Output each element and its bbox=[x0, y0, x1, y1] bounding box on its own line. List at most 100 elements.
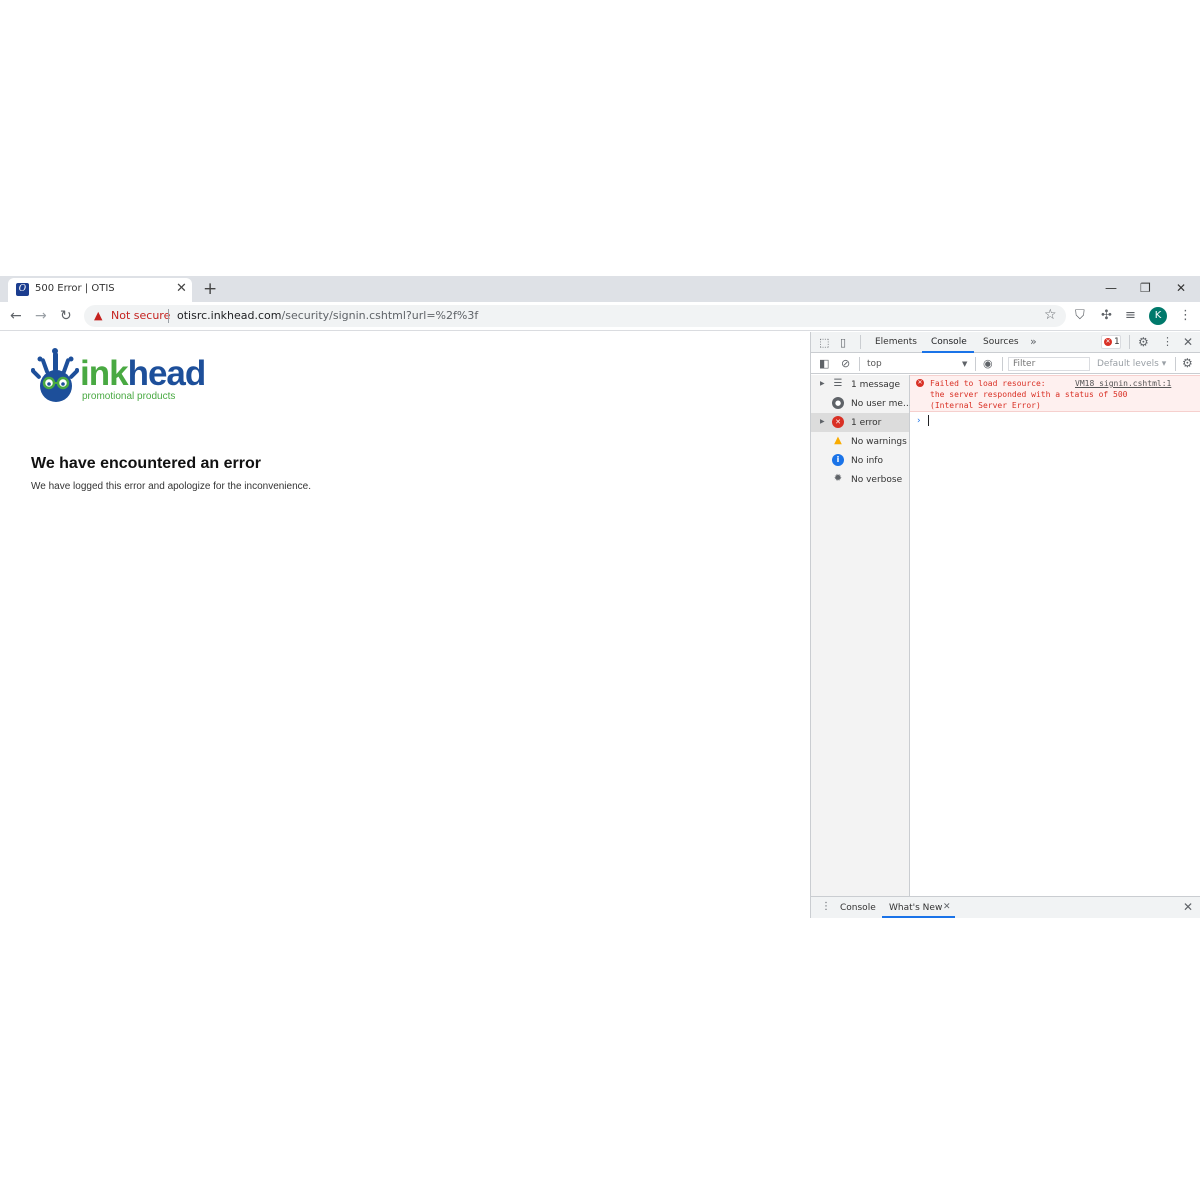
security-label[interactable]: Not secure bbox=[111, 309, 170, 323]
reload-icon[interactable]: ↻ bbox=[60, 308, 72, 324]
sidebar-item-warnings[interactable]: ▲ No warnings bbox=[811, 432, 909, 451]
info-icon: i bbox=[832, 454, 844, 466]
forward-arrow-icon[interactable]: → bbox=[35, 308, 47, 324]
minimize-button[interactable]: — bbox=[1105, 279, 1117, 297]
user-icon: ● bbox=[832, 397, 844, 409]
console-output[interactable]: ✕ Failed to load resource: the server re… bbox=[910, 375, 1200, 896]
browser-tab[interactable]: O 500 Error | OTIS ✕ bbox=[8, 278, 192, 302]
sidebar-item-label: 1 message bbox=[851, 380, 901, 390]
drawer-tab-close-icon[interactable]: ✕ bbox=[943, 901, 951, 913]
error-count: 1 bbox=[1114, 337, 1120, 347]
logo-tagline: promotional products bbox=[82, 391, 176, 402]
error-line-1: Failed to load resource: bbox=[930, 379, 1046, 388]
new-tab-button[interactable]: + bbox=[203, 279, 217, 299]
sidebar-item-user-messages[interactable]: ● No user me… bbox=[811, 394, 912, 413]
browser-toolbar: ← → ↻ ▲ Not secure otisrc.inkhead.com/se… bbox=[0, 302, 1200, 331]
sidebar-item-info[interactable]: i No info bbox=[811, 451, 909, 470]
bookmark-star-icon[interactable]: ☆ bbox=[1044, 307, 1057, 324]
tab-divider bbox=[1129, 335, 1130, 349]
more-tabs-chevron-icon[interactable]: » bbox=[1030, 335, 1037, 349]
url-host: otisrc.inkhead.com bbox=[177, 309, 282, 322]
filter-divider bbox=[975, 357, 976, 371]
tab-strip: O 500 Error | OTIS ✕ + — ❐ ✕ bbox=[0, 276, 1200, 302]
tab-divider bbox=[860, 335, 861, 349]
error-message: We have logged this error and apologize … bbox=[31, 481, 311, 492]
tab-sources[interactable]: Sources bbox=[983, 336, 1019, 348]
inspect-element-icon[interactable]: ⬚ bbox=[819, 336, 829, 350]
console-settings-gear-icon[interactable]: ⚙ bbox=[1182, 356, 1193, 370]
console-filter-input[interactable] bbox=[1008, 357, 1090, 371]
restore-button[interactable]: ❐ bbox=[1140, 279, 1151, 297]
omnibox-divider bbox=[168, 309, 169, 323]
url-text[interactable]: otisrc.inkhead.com/security/signin.cshtm… bbox=[177, 309, 478, 323]
bug-icon: ✹ bbox=[833, 473, 843, 484]
url-path: /security/signin.cshtml?url=%2f%3f bbox=[281, 309, 479, 322]
devtools-panel: ⬚ ▯ Elements Console Sources » ✕ 1 ⚙ ⋮ ✕… bbox=[810, 332, 1200, 918]
settings-gear-icon[interactable]: ⚙ bbox=[1138, 335, 1149, 349]
context-dropdown-icon[interactable]: ▼ bbox=[962, 358, 967, 370]
log-levels-dropdown[interactable]: Default levels ▾ bbox=[1097, 358, 1166, 370]
drawer-menu-icon[interactable]: ⋮ bbox=[821, 901, 831, 913]
error-icon: ✕ bbox=[916, 379, 924, 387]
devtools-close-icon[interactable]: ✕ bbox=[1183, 335, 1193, 349]
live-expression-eye-icon[interactable]: ◉ bbox=[983, 357, 993, 371]
devtools-menu-icon[interactable]: ⋮ bbox=[1162, 335, 1173, 349]
sidebar-item-messages[interactable]: ▶ ☰ 1 message bbox=[811, 375, 909, 394]
filter-divider bbox=[1002, 357, 1003, 371]
page-content: inkhead promotional products We have enc… bbox=[0, 332, 810, 918]
browser-menu-icon[interactable]: ⋮ bbox=[1179, 308, 1192, 324]
tab-console[interactable]: Console bbox=[931, 336, 967, 348]
devtools-drawer: ⋮ Console What's New ✕ ✕ bbox=[811, 896, 1200, 918]
error-icon: ✕ bbox=[832, 416, 844, 428]
drawer-tab-whats-new[interactable]: What's New bbox=[889, 902, 942, 914]
window-close-button[interactable]: ✕ bbox=[1176, 279, 1186, 297]
console-prompt-icon: › bbox=[917, 416, 921, 426]
console-input-caret[interactable] bbox=[928, 415, 929, 426]
logo-wordmark: inkhead bbox=[80, 354, 207, 393]
expand-triangle-icon[interactable]: ▶ bbox=[820, 417, 825, 427]
sidebar-toggle-icon[interactable]: ◧ bbox=[819, 357, 829, 371]
expand-triangle-icon[interactable]: ▶ bbox=[820, 379, 825, 389]
browser-window: O 500 Error | OTIS ✕ + — ❐ ✕ ← → ↻ ▲ Not… bbox=[0, 276, 1200, 918]
drawer-tab-console[interactable]: Console bbox=[840, 902, 876, 914]
tab-close-icon[interactable]: ✕ bbox=[176, 281, 187, 297]
address-bar[interactable]: ▲ Not secure otisrc.inkhead.com/security… bbox=[84, 305, 1066, 327]
inkhead-mascot-icon bbox=[31, 348, 79, 402]
sidebar-item-verbose[interactable]: ✹ No verbose bbox=[811, 470, 909, 489]
context-select[interactable]: top bbox=[867, 358, 882, 370]
console-filter-bar: ◧ ⊘ top ▼ ◉ Default levels ▾ ⚙ bbox=[811, 354, 1200, 374]
back-arrow-icon[interactable]: ← bbox=[10, 308, 22, 324]
inkhead-logo: inkhead promotional products bbox=[31, 348, 206, 410]
drawer-active-indicator bbox=[882, 916, 955, 918]
device-toolbar-icon[interactable]: ▯ bbox=[840, 336, 846, 350]
profile-avatar[interactable]: K bbox=[1149, 307, 1167, 325]
clear-console-icon[interactable]: ⊘ bbox=[841, 357, 850, 371]
shield-extension-icon[interactable]: ⛉ bbox=[1075, 308, 1085, 324]
sidebar-item-label: No verbose bbox=[851, 475, 903, 485]
devtools-tabbar: ⬚ ▯ Elements Console Sources » ✕ 1 ⚙ ⋮ ✕ bbox=[811, 332, 1200, 353]
error-count-badge[interactable]: ✕ 1 bbox=[1101, 335, 1121, 349]
sidebar-item-label: No warnings bbox=[851, 437, 907, 447]
sidebar-item-label: 1 error bbox=[851, 418, 882, 428]
filter-divider bbox=[1175, 357, 1176, 371]
extensions-puzzle-icon[interactable]: ✣ bbox=[1101, 308, 1112, 324]
media-queue-icon[interactable]: ≡ bbox=[1125, 308, 1136, 324]
tab-elements[interactable]: Elements bbox=[875, 336, 917, 348]
error-line-2: the server responded with a status of 50… bbox=[930, 390, 1128, 399]
tab-title: 500 Error | OTIS bbox=[35, 283, 115, 294]
sidebar-item-errors[interactable]: ▶ ✕ 1 error bbox=[811, 413, 909, 432]
console-error-message[interactable]: ✕ Failed to load resource: the server re… bbox=[910, 375, 1200, 412]
error-heading: We have encountered an error bbox=[31, 455, 261, 472]
list-icon: ☰ bbox=[833, 378, 843, 389]
warning-triangle-icon: ▲ bbox=[94, 309, 103, 322]
filter-divider bbox=[859, 357, 860, 371]
error-line-3: (Internal Server Error) bbox=[930, 401, 1041, 410]
sidebar-item-label: No info bbox=[851, 456, 883, 466]
logo-word-head: head bbox=[127, 354, 207, 393]
warning-icon: ▲ bbox=[834, 435, 842, 446]
drawer-close-icon[interactable]: ✕ bbox=[1183, 900, 1193, 914]
error-dot-icon: ✕ bbox=[1104, 338, 1112, 346]
error-source-link[interactable]: VM18 signin.cshtml:1 bbox=[1075, 378, 1171, 389]
console-sidebar: ▶ ☰ 1 message ● No user me… ▶ ✕ 1 error … bbox=[811, 375, 912, 896]
sidebar-item-label: No user me… bbox=[851, 399, 912, 409]
